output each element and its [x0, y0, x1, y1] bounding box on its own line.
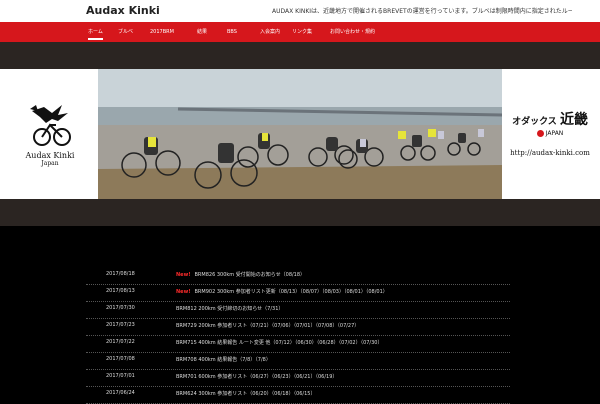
header-strip-bottom	[0, 199, 600, 226]
site-tagline: AUDAX KINKIは、近畿地方で開催されるBREVETの運営を行っています。…	[272, 8, 572, 15]
news-text[interactable]: BRM729 200km 参加者リスト（07/21）（07/06）（07/01）…	[176, 323, 359, 329]
logo-text: オダックス 近畿	[512, 112, 588, 128]
nav-item-home[interactable]: ホーム	[88, 22, 103, 42]
news-row[interactable]: 2017/08/13 New! BRM902 300km 参加者リスト更新（08/…	[86, 285, 510, 302]
news-row[interactable]: 2017/07/01 BRM701 600km 参加者リスト（06/27）（06…	[86, 370, 510, 387]
logo-sub: Japan	[41, 160, 59, 167]
news-row[interactable]: 2017/06/24 BRM624 300km 参加者リスト（06/20）（06…	[86, 387, 510, 404]
news-row[interactable]: 2017/08/18 New! BRM826 300km 受付開始のお知らせ（08…	[86, 268, 510, 285]
news-list: 2017/08/18 New! BRM826 300km 受付開始のお知らせ（08…	[86, 268, 510, 404]
site-title[interactable]: Audax Kinki	[86, 4, 160, 17]
cyclists-photo	[98, 69, 502, 199]
news-row[interactable]: 2017/07/22 BRM715 400km 結果報告 ルート変更 他（07/…	[86, 336, 510, 353]
news-text[interactable]: BRM826 300km 受付開始のお知らせ（08/18）	[194, 272, 305, 278]
nav-item-results[interactable]: 結果	[197, 22, 207, 42]
news-text[interactable]: BRM812 200km 受付締切のお知らせ（7/31）	[176, 306, 283, 312]
red-circle-icon	[536, 130, 544, 137]
news-date: 2017/07/22	[106, 339, 135, 345]
news-date: 2017/07/08	[106, 356, 135, 362]
audax-japan-kinki-logo[interactable]: オダックス 近畿 JAPAN http://audax-kinki.com	[510, 109, 590, 157]
news-text[interactable]: BRM708 400km 結果報告（7/8）（7/8）	[176, 357, 271, 363]
news-date: 2017/08/13	[106, 288, 135, 294]
news-date: 2017/07/30	[106, 305, 135, 311]
audax-kinki-logo[interactable]: Audax Kinki Japan	[18, 101, 82, 167]
nav-item-links[interactable]: リンク集	[292, 22, 312, 42]
new-badge: New!	[176, 272, 191, 278]
nav-item-2017brm[interactable]: 2017BRM	[150, 22, 174, 42]
site-url[interactable]: http://audax-kinki.com	[510, 149, 590, 157]
logo-name: Audax Kinki	[25, 151, 75, 160]
news-date: 2017/06/24	[106, 390, 135, 396]
main-nav: ホーム ブルベ 2017BRM 結果 BBS 入会案内 リンク集 お問い合わせ・…	[0, 22, 600, 42]
news-row[interactable]: 2017/07/23 BRM729 200km 参加者リスト（07/21）（07…	[86, 319, 510, 336]
new-badge: New!	[176, 289, 191, 295]
news-date: 2017/07/23	[106, 322, 135, 328]
news-text[interactable]: BRM624 300km 参加者リスト（06/20）（06/18）（06/15）	[176, 391, 315, 397]
news-date: 2017/07/01	[106, 373, 135, 379]
nav-item-membership[interactable]: 入会案内	[260, 22, 280, 42]
header-strip	[0, 42, 600, 69]
bird-bicycle-icon	[30, 105, 71, 146]
news-date: 2017/08/18	[106, 271, 135, 277]
site-header: Audax Kinki AUDAX KINKIは、近畿地方で開催されるBREVE…	[0, 0, 600, 22]
nav-item-contact[interactable]: お問い合わせ・規約	[330, 22, 375, 42]
news-text[interactable]: BRM701 600km 参加者リスト（06/27）（06/23）（06/21）…	[176, 374, 337, 380]
hero-banner: Audax Kinki Japan オダックス 近畿 JAPAN http://…	[0, 69, 600, 199]
nav-item-brevet[interactable]: ブルベ	[118, 22, 133, 42]
news-text[interactable]: BRM902 300km 参加者リスト更新（08/13）（08/07）（08/0…	[194, 289, 387, 295]
news-text[interactable]: BRM715 400km 結果報告 ルート変更 他（07/12）（06/30）（…	[176, 340, 382, 346]
nav-item-bbs[interactable]: BBS	[227, 22, 237, 42]
news-row[interactable]: 2017/07/08 BRM708 400km 結果報告（7/8）（7/8）	[86, 353, 510, 370]
logo-japan: JAPAN	[510, 130, 590, 137]
news-row[interactable]: 2017/07/30 BRM812 200km 受付締切のお知らせ（7/31）	[86, 302, 510, 319]
